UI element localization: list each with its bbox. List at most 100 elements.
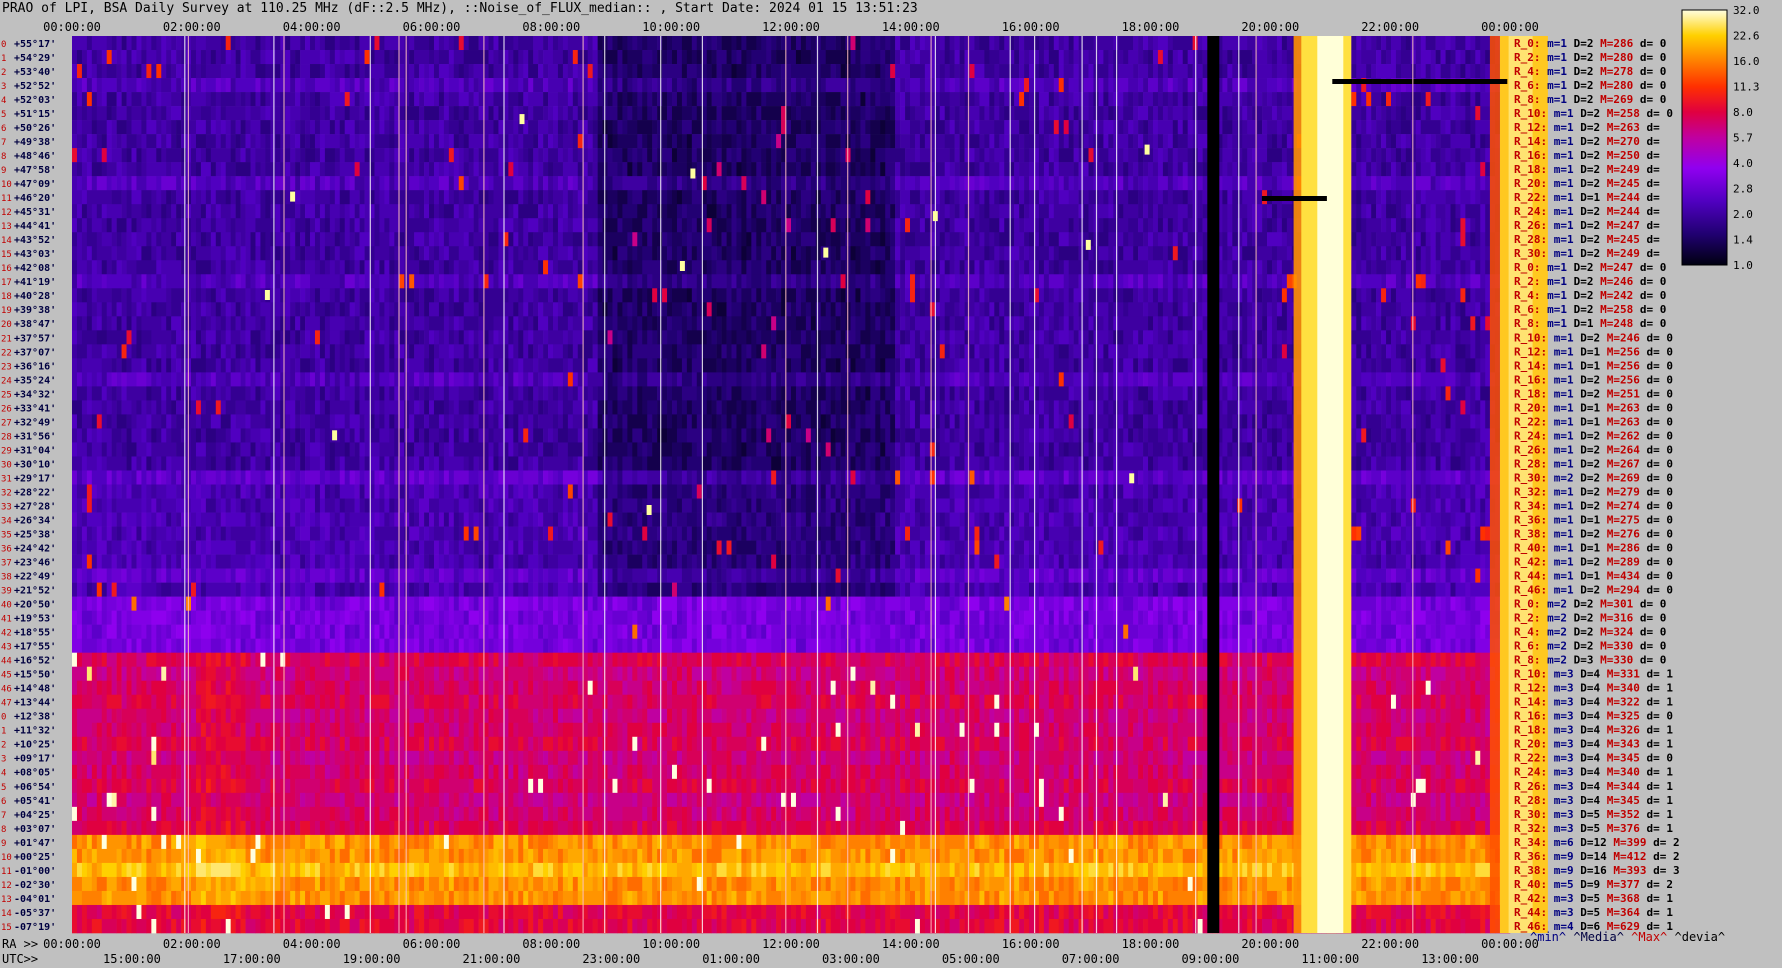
row-stat: R_6: m=1 D=2 M=258 d= 0 xyxy=(1514,303,1666,316)
row-index: 28 xyxy=(1,432,12,442)
declination-axis: 0 +55°17' 1 +54°29' 2 +53°40' 3 +52°52' 4 +52°03'… xyxy=(1,39,56,933)
declination-label: +54°29' xyxy=(14,53,56,64)
declination-label: +41°19' xyxy=(14,277,56,288)
row-stat: R_20: m=1 D=1 M=263 d= 0 xyxy=(1514,401,1673,414)
row-stat: R_32: m=3 D=5 M=376 d= 1 xyxy=(1514,822,1673,835)
row-index: 32 xyxy=(1,488,12,498)
colorbar-tick-label: 5.7 xyxy=(1733,132,1753,145)
row-stat: R_30: m=1 D=2 M=249 d= xyxy=(1514,247,1660,260)
row-index: 2 xyxy=(1,741,6,751)
declination-label: +09°17' xyxy=(14,754,56,765)
row-stat: R_26: m=3 D=4 M=344 d= 1 xyxy=(1514,780,1673,793)
row-index: 24 xyxy=(1,376,12,386)
row-index: 41 xyxy=(1,615,12,625)
declination-label: +42°08' xyxy=(14,263,56,274)
declination-label: +32°49' xyxy=(14,417,56,428)
row-index: 22 xyxy=(1,348,12,358)
row-stat: R_44: m=3 D=5 M=364 d= 1 xyxy=(1514,906,1673,919)
row-index: 46 xyxy=(1,685,12,695)
row-stat: R_20: m=1 D=2 M=245 d= xyxy=(1514,177,1660,190)
declination-label: +22°49' xyxy=(14,572,56,583)
declination-label: +20°50' xyxy=(14,600,56,611)
row-stat: R_12: m=3 D=4 M=340 d= 1 xyxy=(1514,682,1673,695)
declination-label: +16°52' xyxy=(14,656,56,667)
colorbar-tick-label: 1.0 xyxy=(1733,259,1753,272)
colorbar-tick-label: 4.0 xyxy=(1733,157,1753,170)
declination-label: +05°41' xyxy=(14,796,56,807)
row-index: 31 xyxy=(1,474,12,484)
declination-label: +46°20' xyxy=(14,193,56,204)
top-tick-label: 14:00:00 xyxy=(882,20,940,34)
row-index: 0 xyxy=(1,713,6,723)
row-stat: R_2: m=1 D=2 M=246 d= 0 xyxy=(1514,275,1666,288)
row-index: 7 xyxy=(1,811,6,821)
bottom-axis: RA >> 00:00:00 02:00:00 04:00:00 06:00:00 08:… xyxy=(2,930,1725,966)
row-stat: R_6: m=1 D=2 M=280 d= 0 xyxy=(1514,79,1666,92)
row-stat: R_44: m=1 D=1 M=434 d= 0 xyxy=(1514,570,1673,583)
row-index: 6 xyxy=(1,797,6,807)
row-index: 10 xyxy=(1,853,12,863)
declination-label: +11°32' xyxy=(14,726,56,737)
row-index: 15 xyxy=(1,250,12,260)
utc-tick-label: 11:00:00 xyxy=(1301,952,1359,966)
top-tick-label: 02:00:00 xyxy=(163,20,221,34)
declination-label: +25°38' xyxy=(14,530,56,541)
row-stat: R_0: m=1 D=2 M=286 d= 0 xyxy=(1514,37,1666,50)
declination-label: +03°07' xyxy=(14,824,56,835)
declination-label: +35°24' xyxy=(14,375,56,386)
row-stat: R_12: m=1 D=2 M=263 d= xyxy=(1514,121,1660,134)
top-tick-label: 06:00:00 xyxy=(403,20,461,34)
footer-legend: ^min^ ^Media^ ^Max^ ^devia^ xyxy=(1530,930,1725,944)
utc-tick-label: 21:00:00 xyxy=(463,952,521,966)
declination-label: +39°38' xyxy=(14,305,56,316)
row-stat: R_38: m=1 D=2 M=276 d= 0 xyxy=(1514,528,1673,541)
row-index: 8 xyxy=(1,152,6,162)
row-stat: R_16: m=1 D=2 M=256 d= 0 xyxy=(1514,373,1673,386)
row-index: 33 xyxy=(1,502,12,512)
declination-label: +37°07' xyxy=(14,347,56,358)
row-index: 45 xyxy=(1,671,12,681)
row-index: 10 xyxy=(1,180,12,190)
row-index: 25 xyxy=(1,390,12,400)
top-tick-label: 04:00:00 xyxy=(283,20,341,34)
row-stat: R_34: m=1 D=2 M=274 d= 0 xyxy=(1514,499,1673,512)
declination-label: +14°48' xyxy=(14,684,56,695)
declination-label: +10°25' xyxy=(14,740,56,751)
row-stat: R_2: m=1 D=2 M=280 d= 0 xyxy=(1514,51,1666,64)
row-stat: R_18: m=3 D=4 M=326 d= 1 xyxy=(1514,724,1673,737)
row-index: 9 xyxy=(1,839,6,849)
colorbar-tick-label: 1.4 xyxy=(1733,234,1753,247)
declination-label: +45°31' xyxy=(14,207,56,218)
colorbar: 32.0 22.6 16.0 11.3 8.0 5.7 4.0 2.8 2.0 1.4 1.0 xyxy=(1681,4,1760,272)
declination-label: +17°55' xyxy=(14,642,56,653)
row-index: 8 xyxy=(1,825,6,835)
declination-label: +40°28' xyxy=(14,291,56,302)
row-stat: R_22: m=1 D=1 M=244 d= xyxy=(1514,191,1660,204)
declination-label: -05°37' xyxy=(14,908,56,919)
declination-label: -07°19' xyxy=(14,922,56,933)
colorbar-tick-label: 16.0 xyxy=(1733,55,1760,68)
row-index: 18 xyxy=(1,292,12,302)
row-stat: R_14: m=1 D=1 M=256 d= 0 xyxy=(1514,359,1673,372)
ra-tick-label: 00:00:00 xyxy=(43,937,101,951)
utc-tick-label: 07:00:00 xyxy=(1062,952,1120,966)
ra-tick-label: 02:00:00 xyxy=(163,937,221,951)
declination-label: +53°40' xyxy=(14,67,56,78)
row-index: 1 xyxy=(1,54,6,64)
row-index: 13 xyxy=(1,222,12,232)
colorbar-tick-label: 8.0 xyxy=(1733,106,1753,119)
row-stat: R_36: m=1 D=1 M=275 d= 0 xyxy=(1514,514,1673,527)
row-index: 21 xyxy=(1,334,12,344)
ra-axis-prefix: RA >> xyxy=(2,937,38,951)
row-stat: R_12: m=1 D=1 M=256 d= 0 xyxy=(1514,345,1673,358)
colorbar-tick-label: 2.8 xyxy=(1733,183,1753,196)
top-tick-label: 00:00:00 xyxy=(43,20,101,34)
utc-tick-label: 13:00:00 xyxy=(1421,952,1479,966)
row-stat: R_40: m=1 D=1 M=286 d= 0 xyxy=(1514,542,1673,555)
row-index: 2 xyxy=(1,68,6,78)
declination-label: +08°05' xyxy=(14,768,56,779)
row-index: 11 xyxy=(1,194,12,204)
top-tick-label: 00:00:00 xyxy=(1481,20,1539,34)
row-index: 43 xyxy=(1,643,12,653)
utc-axis-prefix: UTC>> xyxy=(2,952,38,966)
